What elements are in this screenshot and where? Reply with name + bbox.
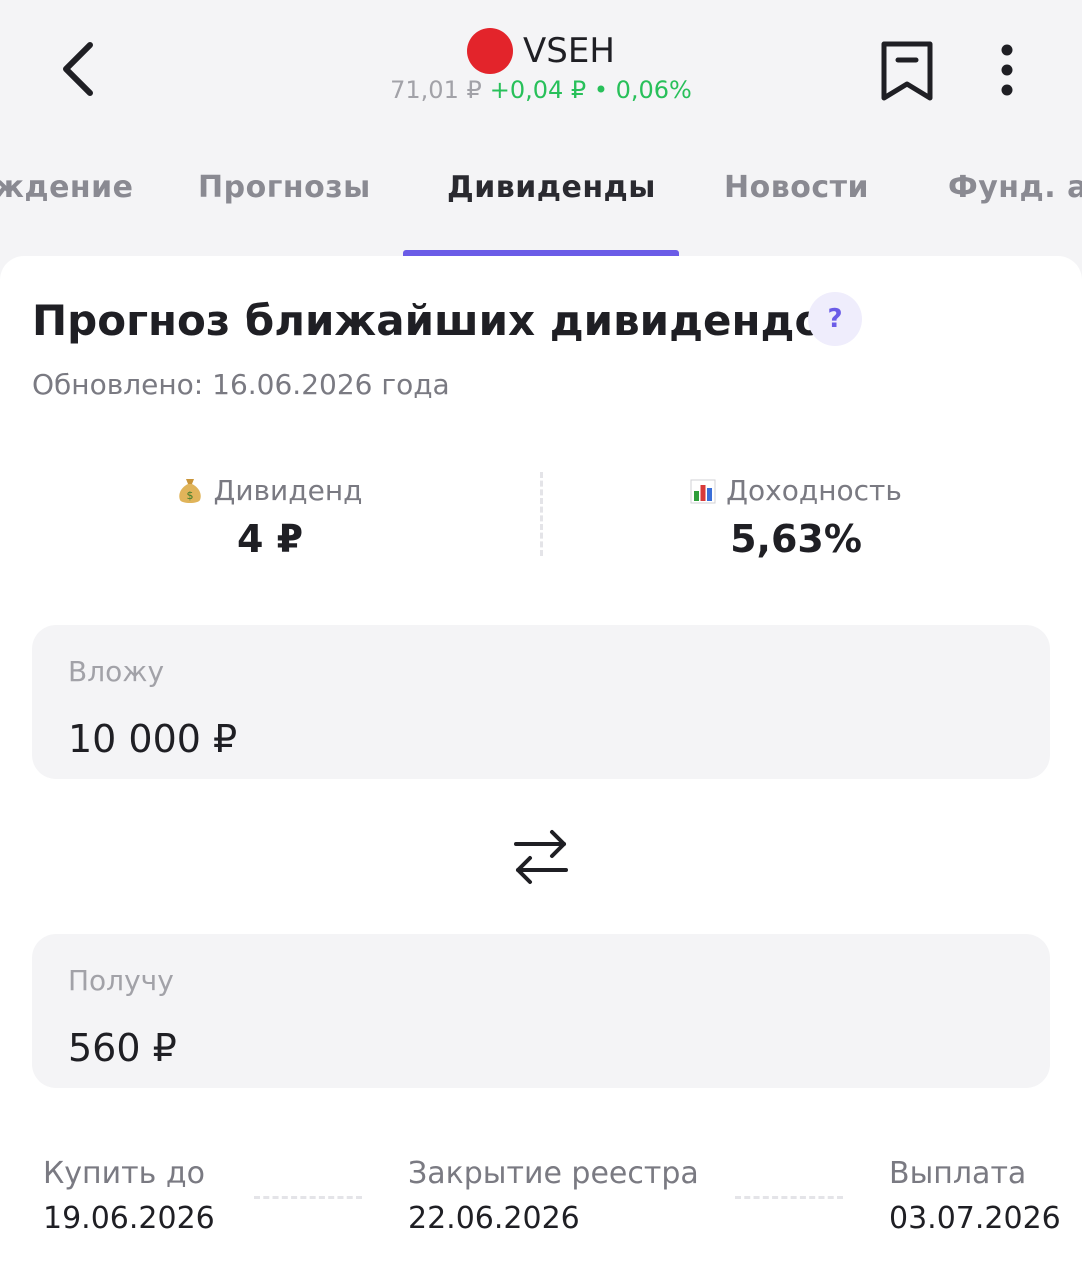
registry-close-date: Закрытие реестра 22.06.2026 <box>408 1156 699 1236</box>
dividend-stat: $ Дивиденд 4 ₽ <box>0 474 540 561</box>
yield-stat: Доходность 5,63% <box>526 474 1066 561</box>
timeline-dash <box>254 1196 362 1199</box>
updated-date: Обновлено: 16.06.2026 года <box>32 368 450 401</box>
dividend-forecast-card: Прогноз ближайших дивидендов ? Обновлено… <box>0 256 1082 1280</box>
tab-forecasts[interactable]: Прогнозы <box>198 170 371 205</box>
receive-label: Получу <box>68 964 174 997</box>
timeline-dash <box>735 1196 843 1199</box>
dividend-label: Дивиденд <box>213 474 363 507</box>
yield-value: 5,63% <box>730 516 862 561</box>
buy-before-value: 19.06.2026 <box>43 1201 215 1236</box>
dividend-timeline: Купить до 19.06.2026 Закрытие реестра 22… <box>0 1156 1082 1256</box>
payout-label: Выплата <box>889 1156 1027 1191</box>
tab-fundamental[interactable]: Фунд. ан <box>948 170 1082 205</box>
more-options-button[interactable] <box>984 40 1030 100</box>
registry-close-label: Закрытие реестра <box>408 1156 699 1191</box>
invest-field[interactable]: Вложу 10 000 ₽ <box>32 625 1050 779</box>
company-logo <box>467 28 514 74</box>
price-change: +0,04 ₽ • 0,06% <box>489 76 692 104</box>
current-price: 71,01 ₽ <box>390 76 482 104</box>
invest-input[interactable]: 10 000 ₽ <box>68 717 237 761</box>
watchlist-button[interactable] <box>876 38 938 104</box>
svg-text:$: $ <box>187 489 194 502</box>
swap-arrows-icon <box>514 830 568 884</box>
top-bar: VSEH 71,01 ₽ +0,04 ₽ • 0,06% ждение Прогн… <box>0 0 1082 256</box>
tab-overview[interactable]: ждение <box>0 170 134 205</box>
buy-before-label: Купить до <box>43 1156 205 1191</box>
tab-dividends[interactable]: Дивиденды <box>447 170 656 205</box>
receive-value: 560 ₽ <box>68 1026 177 1070</box>
yield-label: Доходность <box>726 474 902 507</box>
buy-before-date: Купить до 19.06.2026 <box>43 1156 215 1236</box>
help-button[interactable]: ? <box>808 292 862 346</box>
payout-value: 03.07.2026 <box>889 1201 1061 1236</box>
swap-button[interactable] <box>508 828 574 886</box>
tab-bar: ждение Прогнозы Дивиденды Новости Фунд. … <box>0 160 1082 256</box>
receive-field[interactable]: Получу 560 ₽ <box>32 934 1050 1088</box>
money-bag-icon: $ <box>179 478 202 503</box>
section-title: Прогноз ближайших дивидендов <box>32 296 850 345</box>
bar-chart-icon <box>690 479 716 503</box>
more-vertical-icon <box>1001 44 1013 96</box>
tab-news[interactable]: Новости <box>724 170 869 205</box>
dividend-value: 4 ₽ <box>236 516 304 561</box>
bookmark-icon <box>881 41 933 101</box>
registry-close-value: 22.06.2026 <box>408 1201 580 1236</box>
ticker-name: VSEH <box>523 31 615 71</box>
invest-label: Вложу <box>68 655 165 688</box>
payout-date: Выплата 03.07.2026 <box>889 1156 1061 1236</box>
